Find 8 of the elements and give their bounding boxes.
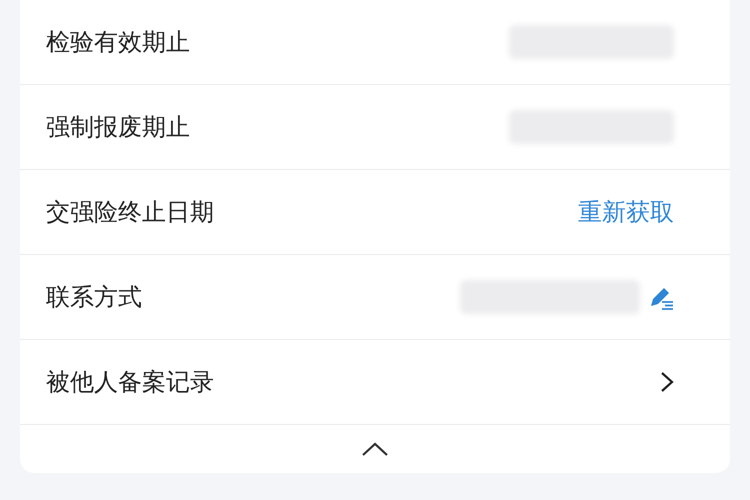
chevron-right-icon[interactable] bbox=[660, 371, 674, 393]
row-label: 联系方式 bbox=[46, 282, 142, 313]
row-label: 交强险终止日期 bbox=[46, 197, 214, 228]
row-label: 强制报废期止 bbox=[46, 112, 190, 143]
refresh-link[interactable]: 重新获取 bbox=[578, 194, 674, 230]
row-label: 被他人备案记录 bbox=[46, 367, 214, 398]
chevron-up-icon[interactable] bbox=[361, 441, 389, 457]
row-label: 检验有效期止 bbox=[46, 27, 190, 58]
